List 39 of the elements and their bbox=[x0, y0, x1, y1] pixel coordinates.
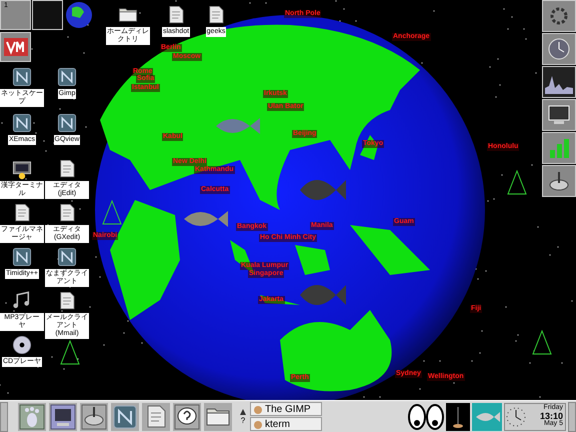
bar-meter-icon bbox=[547, 136, 571, 160]
vm-launcher-tile[interactable] bbox=[0, 32, 31, 62]
tree-icon bbox=[58, 340, 82, 366]
dock-tile[interactable] bbox=[542, 66, 576, 98]
monitor-icon bbox=[547, 104, 571, 126]
clock-time: 13:10 bbox=[540, 412, 563, 420]
disc-icon[interactable] bbox=[11, 334, 33, 356]
application-icon[interactable] bbox=[56, 66, 78, 88]
monitor-icon[interactable] bbox=[49, 402, 77, 430]
dock-tile[interactable] bbox=[542, 33, 576, 65]
application-icon[interactable] bbox=[11, 66, 33, 88]
folder-icon[interactable] bbox=[204, 402, 232, 430]
dock-tile[interactable] bbox=[542, 0, 576, 32]
task-button[interactable]: The GIMP bbox=[250, 402, 322, 416]
globe-icon[interactable] bbox=[64, 0, 95, 30]
landmass bbox=[260, 295, 300, 305]
help-icon[interactable] bbox=[173, 402, 201, 430]
application-icon[interactable] bbox=[56, 112, 78, 134]
landmass bbox=[295, 245, 330, 275]
taskbar-handle[interactable] bbox=[0, 402, 8, 432]
dock-tile[interactable] bbox=[542, 165, 576, 197]
task-button[interactable]: kterm bbox=[250, 417, 322, 431]
tree-icon bbox=[505, 170, 529, 196]
footprint-icon[interactable] bbox=[18, 402, 46, 430]
taskbar-handle[interactable] bbox=[568, 402, 576, 432]
dock-tile[interactable] bbox=[542, 132, 576, 164]
desk-pager-tile[interactable] bbox=[32, 0, 63, 30]
clock-icon bbox=[547, 37, 571, 61]
application-icon[interactable] bbox=[56, 246, 78, 268]
help-button[interactable]: ? bbox=[240, 416, 246, 425]
tree-icon bbox=[530, 330, 554, 356]
application-icon[interactable] bbox=[11, 112, 33, 134]
vm-logo-icon bbox=[4, 38, 28, 56]
application-icon[interactable] bbox=[11, 246, 33, 268]
dock-tile[interactable] bbox=[542, 99, 576, 131]
up-arrow-icon[interactable] bbox=[239, 408, 247, 416]
gear-icon bbox=[549, 6, 569, 26]
lamp-icon bbox=[446, 402, 470, 430]
tree-icon bbox=[100, 200, 124, 226]
